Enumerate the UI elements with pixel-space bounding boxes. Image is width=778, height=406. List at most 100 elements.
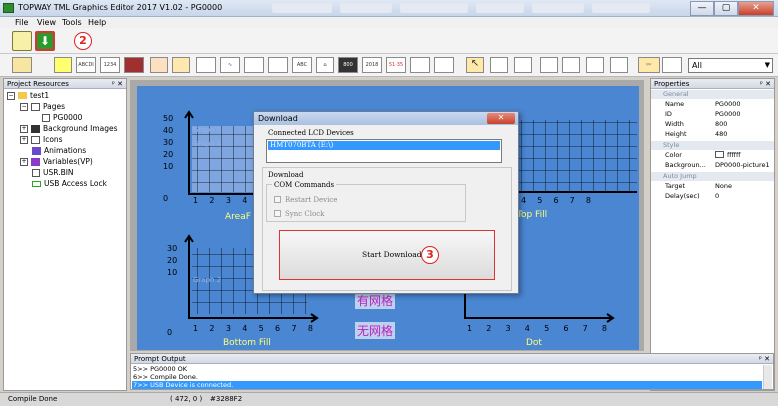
panel-title: Project Resources <box>7 80 69 88</box>
compile-icon[interactable] <box>12 31 32 51</box>
expand-icon[interactable]: + <box>20 124 28 133</box>
prop-row-background[interactable]: Backgroun... DP0000-picture1 <box>651 161 774 170</box>
home-tool-icon[interactable]: ⌂ <box>316 57 334 73</box>
prop-row-color[interactable]: Color ffffff <box>651 151 774 160</box>
rectangle-tool-icon[interactable] <box>54 57 72 73</box>
output-line: 6>> Compile Done. <box>133 373 198 381</box>
y-tick: 30 <box>167 244 178 253</box>
sync-clock-checkbox[interactable] <box>274 210 281 217</box>
time-tool-icon[interactable]: 51·35 <box>386 57 406 73</box>
crop-tool-icon[interactable] <box>434 57 454 73</box>
status-bar: Compile Done ( 472, 0 ) #3288F2 <box>0 392 778 406</box>
align-bottom-icon[interactable] <box>610 57 628 73</box>
menu-tool-icon[interactable] <box>268 57 288 73</box>
dot-label: Dot <box>526 338 542 348</box>
expand-icon[interactable]: + <box>20 157 28 166</box>
dialog-close-button[interactable]: ✕ <box>487 113 515 124</box>
graph-0-label: Graph 0 <box>193 126 222 134</box>
device-item[interactable]: HMT070BTA (E:\) <box>268 141 500 150</box>
screen-tool-icon[interactable]: 800 <box>338 57 358 73</box>
align-top-icon[interactable] <box>586 57 604 73</box>
date-tool-icon[interactable]: 2018 <box>362 57 382 73</box>
prop-row-name[interactable]: Name PG0000 <box>651 100 774 109</box>
panel-close-icon[interactable]: ᵖ ✕ <box>759 354 770 364</box>
panel-close-icon[interactable]: ᵖ ✕ <box>112 79 123 89</box>
new-page-icon[interactable] <box>12 57 32 73</box>
number-tool-icon[interactable]: 1234 <box>100 57 120 73</box>
tree-item-usb-lock[interactable]: USB Access Lock <box>32 179 107 188</box>
sync-clock-label: Sync Clock <box>285 210 325 218</box>
prop-row-target[interactable]: Target None <box>651 182 774 191</box>
properties-panel: Properties ᵖ ✕ General Name PG0000 ID PG000… <box>650 78 775 391</box>
connected-devices-label: Connected LCD Devices <box>268 129 354 137</box>
prop-row-delay[interactable]: Delay(sec) 0 <box>651 192 774 201</box>
x-tick: 5 <box>258 324 264 333</box>
maximize-button[interactable]: ▢ <box>714 1 738 16</box>
prop-row-width[interactable]: Width 800 <box>651 120 774 129</box>
prop-key: Target <box>665 182 686 190</box>
prop-row-id[interactable]: ID PG0000 <box>651 110 774 119</box>
button-tool-icon[interactable] <box>172 57 190 73</box>
grid-label: 有网格 <box>355 292 396 309</box>
align-right-icon[interactable] <box>562 57 580 73</box>
tree-item-background-images[interactable]: + Background Images <box>20 124 118 133</box>
app-icon <box>3 3 14 13</box>
y-tick: 10 <box>167 268 178 277</box>
window-title: TOPWAY TML Graphics Editor 2017 V1.02 - … <box>18 3 223 12</box>
prop-value: None <box>715 182 732 190</box>
category-label: Style <box>663 141 680 149</box>
blurred-tab <box>340 3 392 13</box>
y-tick: 20 <box>167 256 178 265</box>
x-tick: 5 <box>537 196 543 205</box>
y-tick: 10 <box>163 162 174 171</box>
pointer-tool-icon[interactable]: ↖ <box>466 57 484 73</box>
expand-icon[interactable]: + <box>20 135 28 144</box>
prop-category-autojump[interactable]: Auto Jump <box>651 172 774 181</box>
tree-item-variables[interactable]: + Variables(VP) <box>20 157 93 166</box>
y-tick: 40 <box>163 126 174 135</box>
prop-category-style[interactable]: Style <box>651 141 774 150</box>
panel-close-icon[interactable]: ᵖ ✕ <box>760 79 771 89</box>
restart-checkbox[interactable] <box>274 196 281 203</box>
menu-file[interactable]: File <box>15 18 28 27</box>
paste-icon[interactable] <box>490 57 508 73</box>
menu-help[interactable]: Help <box>88 18 106 27</box>
menu-view[interactable]: View <box>37 18 56 27</box>
curve-tool-icon[interactable]: ∿ <box>220 57 240 73</box>
prop-category-general[interactable]: General <box>651 90 774 99</box>
device-list[interactable]: HMT070BTA (E:\) <box>266 139 502 163</box>
download-icon[interactable]: ⬇ <box>35 31 55 51</box>
layer-select[interactable]: All ▼ <box>688 58 773 73</box>
keypad-tool-icon[interactable] <box>196 57 216 73</box>
select-area-icon[interactable] <box>410 57 430 73</box>
hide-glasses-icon[interactable] <box>662 57 682 73</box>
scrollbar[interactable] <box>763 365 772 389</box>
align-left-icon[interactable] <box>540 57 558 73</box>
menu-tools[interactable]: Tools <box>62 18 82 27</box>
text-box-tool-icon[interactable]: ABC <box>292 57 312 73</box>
icon-tool-icon[interactable] <box>150 57 168 73</box>
download-group-label: Download <box>268 171 304 179</box>
slider-tool-icon[interactable] <box>244 57 264 73</box>
close-button[interactable]: ✕ <box>738 1 774 16</box>
prop-row-height[interactable]: Height 480 <box>651 130 774 139</box>
y-tick: 0 <box>167 328 173 337</box>
collapse-icon[interactable]: − <box>7 91 15 100</box>
start-download-button[interactable]: Start Download 3 <box>279 230 495 280</box>
text-tool-icon[interactable]: ABCDI <box>76 57 96 73</box>
tree-item-pages[interactable]: − Pages <box>20 102 65 111</box>
x-tick: 8 <box>307 324 313 333</box>
preview-glasses-icon[interactable]: 👓 <box>638 57 660 73</box>
copy-icon[interactable] <box>514 57 532 73</box>
tree-item-icons[interactable]: + Icons <box>20 135 63 144</box>
tree-item-usr-bin[interactable]: USR.BIN <box>32 168 74 177</box>
bar-tool-icon[interactable] <box>124 57 144 73</box>
tree-root[interactable]: − test1 <box>7 91 49 100</box>
x-tick: 6 <box>553 196 559 205</box>
collapse-icon[interactable]: − <box>20 102 28 111</box>
minimize-button[interactable]: — <box>690 1 714 16</box>
tree-item-animations[interactable]: Animations <box>32 146 86 155</box>
tree-label: USB Access Lock <box>44 179 107 188</box>
panel-header: Properties ᵖ ✕ <box>651 79 774 89</box>
tree-item-page[interactable]: PG0000 <box>42 113 82 122</box>
